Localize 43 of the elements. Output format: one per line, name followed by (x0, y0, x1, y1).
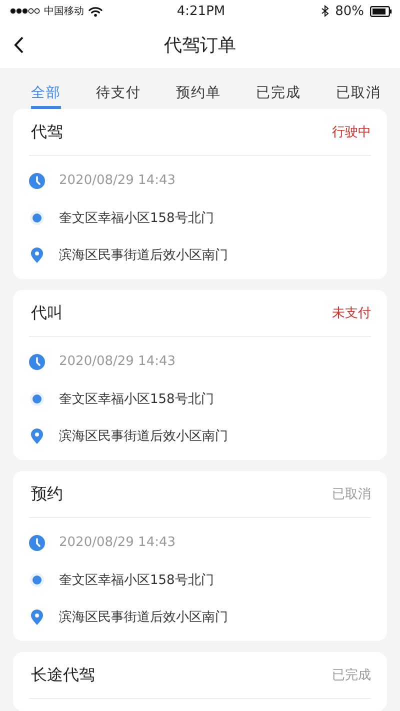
clock-icon (29, 354, 45, 370)
order-tab[interactable]: 已完成 (256, 84, 301, 106)
start-address: 奎文区幸福小区158号北门 (59, 572, 214, 588)
clock-time: 4:21PM (176, 4, 226, 18)
order-time: 2020/08/29 14:43 (59, 173, 176, 188)
order-status: 未支付 (332, 305, 371, 322)
order-time: 2020/08/29 14:43 (59, 354, 176, 369)
destination-address: 滨海区民事街道后效小区南门 (59, 428, 228, 444)
order-time: 2020/08/29 14:43 (59, 535, 176, 550)
order-tab[interactable]: 已取消 (336, 84, 381, 106)
order-card[interactable]: 长途代驾 已完成 (13, 652, 387, 711)
signal-icon (10, 7, 40, 15)
start-dot-icon (29, 572, 45, 588)
clock-icon (29, 172, 45, 188)
location-pin-icon (29, 246, 45, 262)
order-status: 行驶中 (332, 124, 371, 141)
order-card[interactable]: 代叫 未支付 2020/08/29 14:43 奎文区幸福小区158号北门 滨海区民事街道后效小区南门 (13, 290, 387, 460)
order-tab[interactable]: 预约单 (176, 84, 221, 106)
page-title: 代驾订单 (163, 34, 237, 57)
order-status: 已取消 (332, 486, 371, 503)
order-type: 长途代驾 (31, 664, 95, 686)
carrier-name: 中国移动 (44, 4, 84, 18)
wifi-icon (88, 6, 103, 16)
order-type: 预约 (31, 484, 63, 504)
order-status: 已完成 (332, 667, 371, 684)
location-pin-icon (29, 428, 45, 444)
battery-percent: 80% (335, 4, 364, 18)
start-dot-icon (29, 210, 45, 226)
order-type: 代驾 (31, 122, 63, 142)
bluetooth-icon (321, 5, 330, 17)
start-address: 奎文区幸福小区158号北门 (59, 390, 214, 408)
order-card[interactable]: 预约 已取消 2020/08/29 14:43 奎文区幸福小区158号北门 滨海区民事街道后效小区南门 (13, 471, 387, 641)
order-tab[interactable]: 待支付 (96, 84, 141, 106)
order-type: 代叫 (31, 302, 63, 324)
clock-icon (29, 534, 45, 550)
destination-address: 滨海区民事街道后效小区南门 (59, 246, 228, 264)
order-card[interactable]: 代驾 行驶中 2020/08/29 14:43 奎文区幸福小区158号北门 滨海区民事街道后效小区南门 (13, 109, 387, 279)
start-address: 奎文区幸福小区158号北门 (59, 210, 214, 226)
location-pin-icon (29, 608, 45, 624)
back-icon (14, 36, 24, 54)
destination-address: 滨海区民事街道后效小区南门 (59, 608, 228, 626)
battery-icon (370, 6, 392, 16)
start-dot-icon (29, 390, 45, 406)
